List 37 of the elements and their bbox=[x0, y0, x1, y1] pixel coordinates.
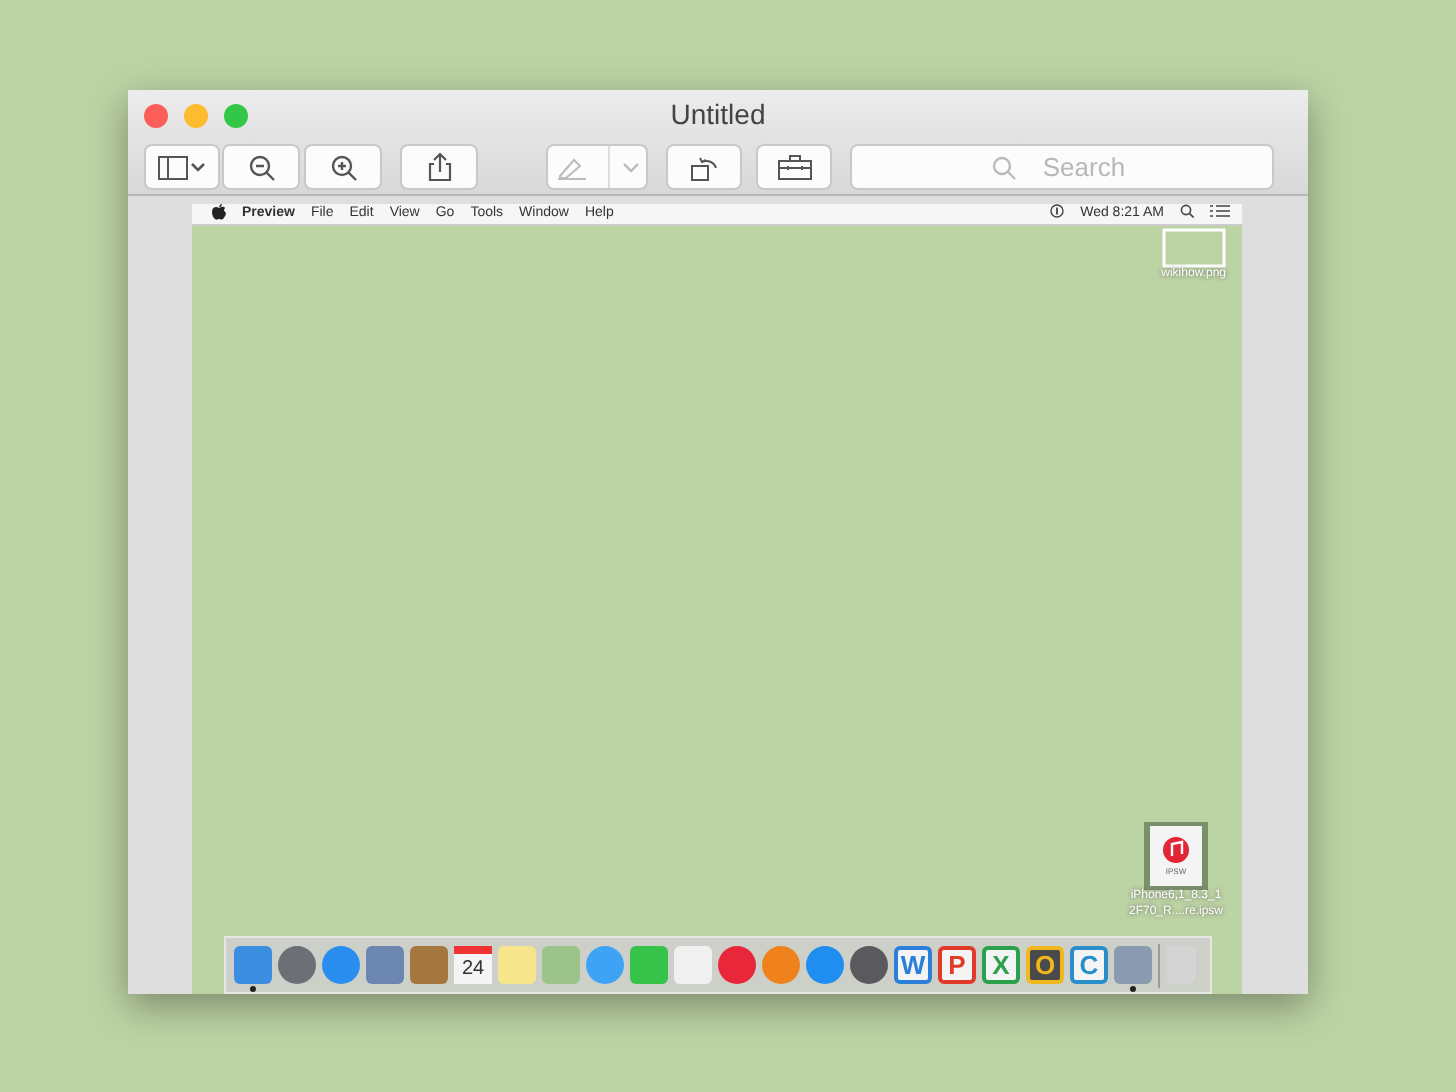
search-field[interactable]: Search bbox=[850, 144, 1274, 190]
app-icon[interactable] bbox=[322, 946, 360, 984]
toolbox-button[interactable] bbox=[756, 144, 832, 190]
zoom-in-icon bbox=[329, 153, 357, 181]
app-icon[interactable]: O bbox=[1026, 946, 1064, 984]
zoom-out-icon bbox=[247, 153, 275, 181]
zoom-in-button[interactable] bbox=[304, 144, 382, 190]
rotate-button[interactable] bbox=[666, 144, 742, 190]
sidebar-button[interactable] bbox=[144, 144, 220, 190]
pen-icon bbox=[555, 155, 587, 179]
running-indicator bbox=[1130, 986, 1136, 992]
app-icon[interactable] bbox=[278, 946, 316, 984]
rotate-icon bbox=[689, 152, 719, 182]
app-icon[interactable] bbox=[410, 946, 448, 984]
list-icon[interactable] bbox=[1210, 204, 1230, 219]
app-icon[interactable] bbox=[718, 946, 756, 984]
sidebar-icon bbox=[158, 155, 206, 179]
toolbox-icon bbox=[777, 154, 811, 180]
window-title: Untitled bbox=[670, 96, 766, 134]
app-icon[interactable] bbox=[850, 946, 888, 984]
search-icon[interactable] bbox=[1180, 204, 1194, 219]
minimize-button[interactable] bbox=[184, 104, 208, 128]
zoom-out-button[interactable] bbox=[222, 144, 300, 190]
share-icon bbox=[427, 152, 451, 182]
info-icon[interactable] bbox=[1050, 204, 1065, 219]
music-note-icon bbox=[1162, 836, 1190, 864]
caret-icon bbox=[621, 161, 639, 173]
zoom-button[interactable] bbox=[224, 104, 248, 128]
close-button[interactable] bbox=[144, 104, 168, 128]
share-button[interactable] bbox=[400, 144, 478, 190]
apple-icon bbox=[212, 203, 226, 220]
app-icon[interactable] bbox=[806, 946, 844, 984]
app-icon[interactable]: W bbox=[894, 946, 932, 984]
app-icon[interactable]: P bbox=[938, 946, 976, 984]
app-icon[interactable]: 24 bbox=[454, 946, 492, 984]
running-indicator bbox=[250, 986, 256, 992]
image-file-icon[interactable] bbox=[1161, 228, 1226, 268]
